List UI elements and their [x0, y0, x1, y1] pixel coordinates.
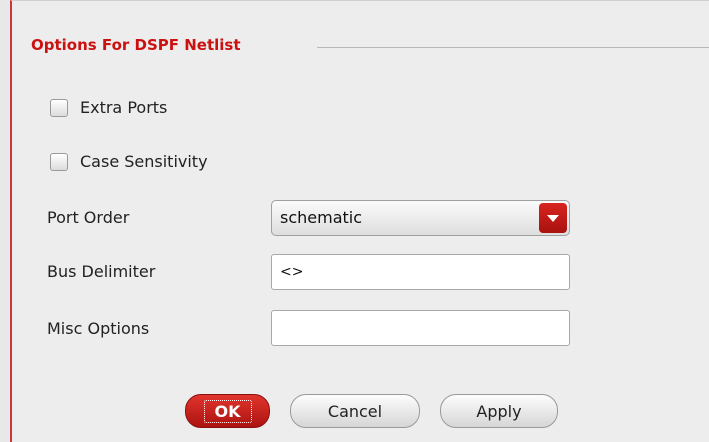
extra-ports-option[interactable]: Extra Ports — [50, 98, 167, 117]
case-sensitivity-label: Case Sensitivity — [80, 152, 208, 171]
ok-button[interactable]: OK — [185, 394, 270, 428]
misc-options-label: Misc Options — [47, 319, 150, 338]
port-order-value: schematic — [280, 208, 363, 227]
port-order-select[interactable]: schematic — [271, 200, 570, 236]
case-sensitivity-option[interactable]: Case Sensitivity — [50, 152, 208, 171]
bus-delimiter-label: Bus Delimiter — [47, 262, 156, 281]
group-divider — [317, 47, 709, 48]
extra-ports-checkbox[interactable] — [50, 98, 68, 117]
misc-options-input[interactable] — [271, 310, 570, 346]
dspf-options-dialog: Options For DSPF Netlist Extra Ports Cas… — [10, 0, 709, 442]
ok-button-label: OK — [203, 399, 252, 423]
dropdown-arrow-icon[interactable] — [539, 203, 567, 233]
apply-button[interactable]: Apply — [440, 394, 558, 428]
cancel-button[interactable]: Cancel — [290, 394, 420, 428]
port-order-label: Port Order — [47, 208, 130, 227]
case-sensitivity-checkbox[interactable] — [50, 152, 68, 171]
extra-ports-label: Extra Ports — [80, 98, 168, 117]
chevron-down-icon — [547, 214, 559, 222]
group-title: Options For DSPF Netlist — [31, 36, 241, 54]
bus-delimiter-input[interactable] — [271, 254, 570, 290]
